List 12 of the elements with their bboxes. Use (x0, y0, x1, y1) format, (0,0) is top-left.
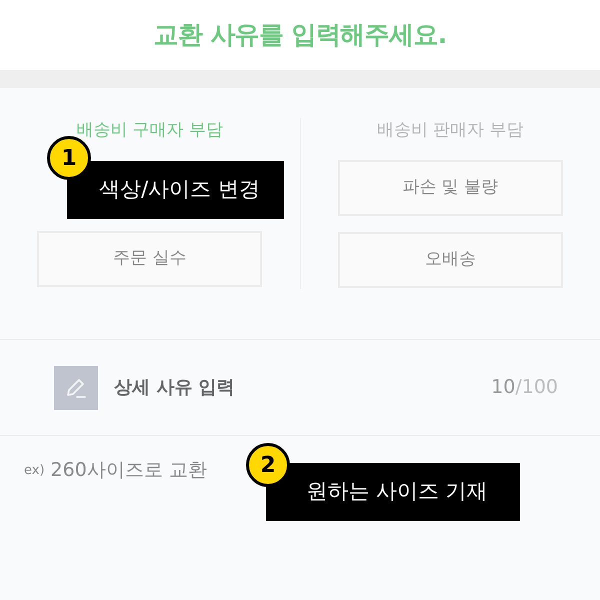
reason-option[interactable]: 파손 및 불량 (338, 160, 563, 216)
reason-option[interactable]: 주문 실수 (37, 230, 262, 286)
char-limit: /100 (515, 375, 558, 400)
pencil-icon (54, 366, 98, 410)
reason-option[interactable]: 오배송 (338, 232, 563, 288)
char-count: 10 (491, 375, 516, 400)
column-tab[interactable]: 배송비 판매자 부담 (376, 118, 524, 144)
text-input[interactable]: ex) 260사이즈로 교환 (0, 436, 240, 496)
page-title: 교환 사유를 입력해주세요. (153, 19, 447, 52)
detail-placeholder: 260사이즈로 교환 (50, 458, 207, 483)
example-prefix: ex) (24, 462, 45, 480)
detail-label: 상세 사유 입력 (114, 376, 235, 400)
